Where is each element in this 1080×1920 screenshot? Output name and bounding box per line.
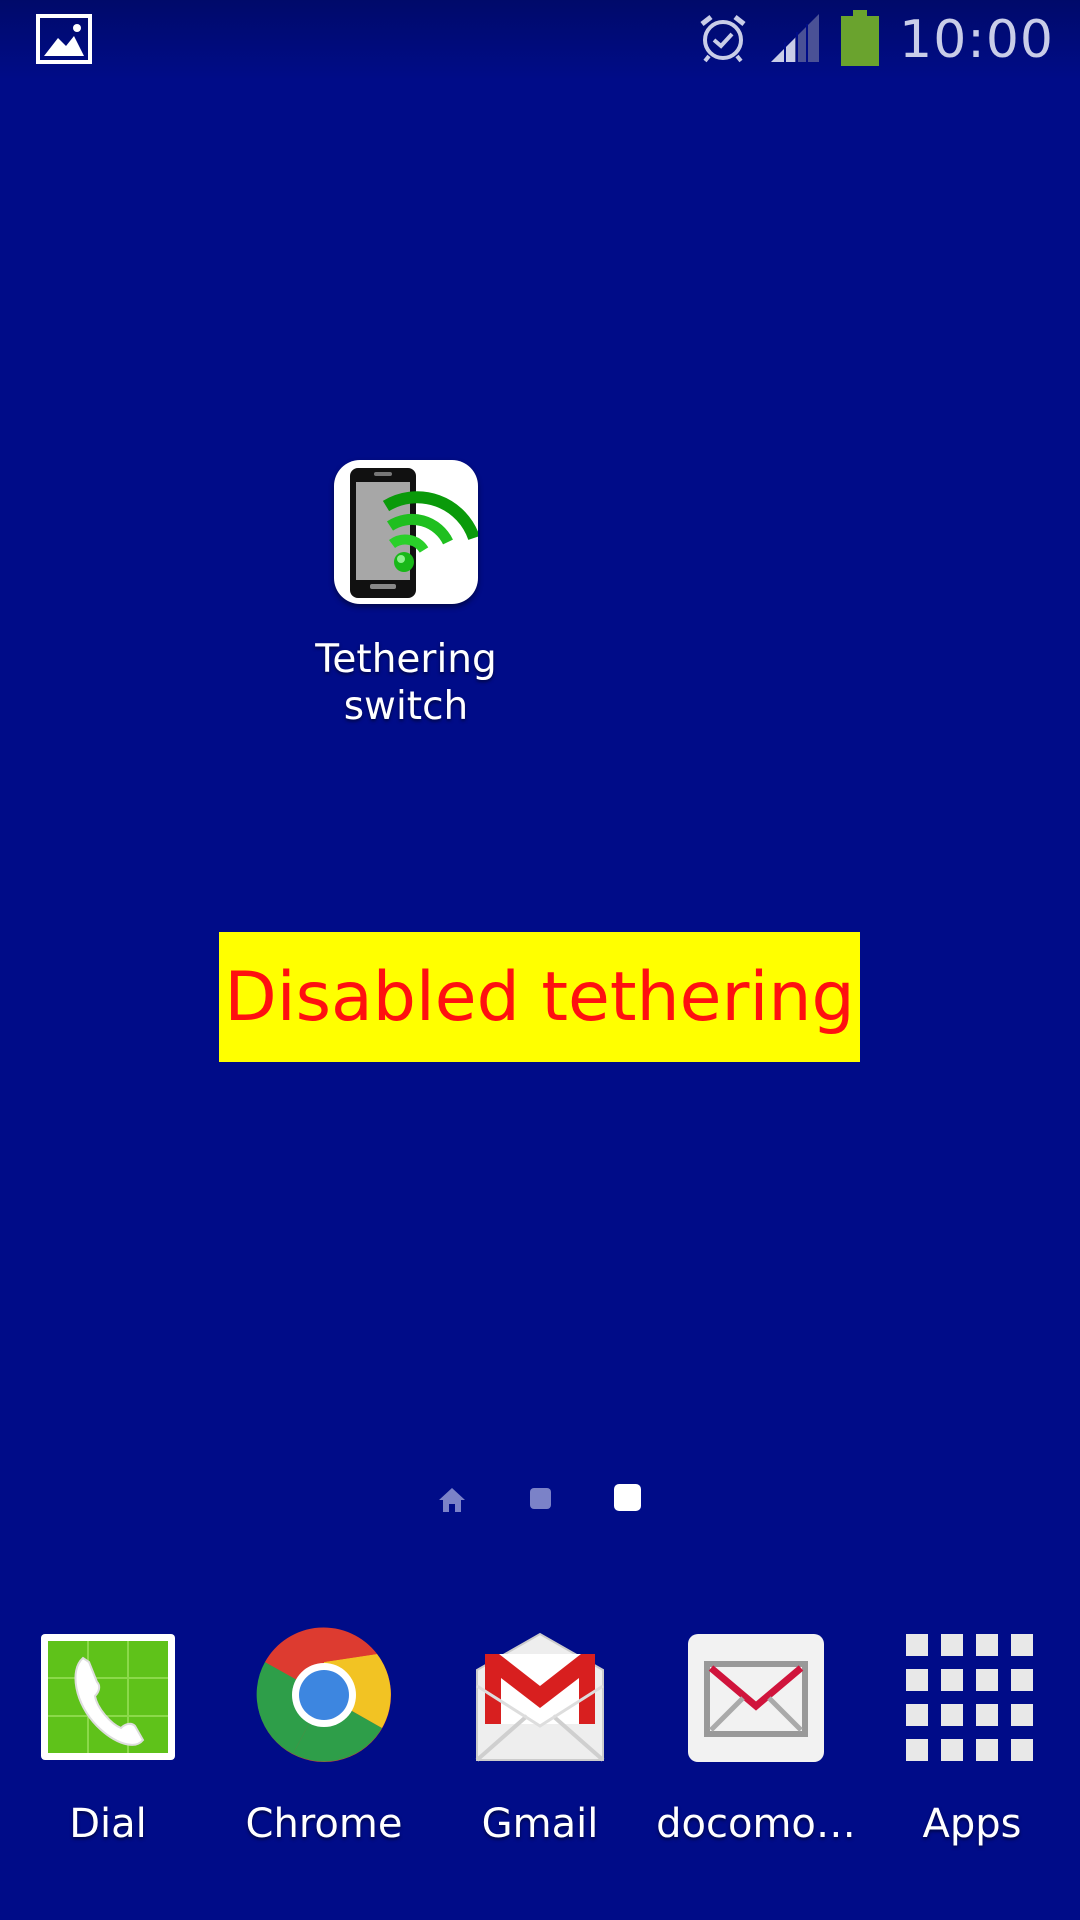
dock-label: Chrome <box>245 1801 403 1847</box>
dock-label: Gmail <box>481 1801 599 1847</box>
clock: 10:00 <box>899 10 1054 70</box>
alarm-icon <box>697 12 749 68</box>
battery-icon <box>841 10 880 70</box>
phone-icon <box>39 1626 177 1764</box>
shortcut-label: Tethering switch <box>315 637 497 729</box>
home-page-icon[interactable] <box>438 1486 466 1514</box>
status-bar[interactable]: 10:00 <box>0 0 1080 80</box>
dock-item-apps[interactable]: Apps <box>872 1626 1072 1848</box>
page-indicator[interactable] <box>0 1482 1080 1518</box>
dock-item-gmail[interactable]: Gmail <box>440 1626 640 1848</box>
apps-grid-icon <box>903 1626 1041 1764</box>
page-dot-2[interactable] <box>530 1488 551 1509</box>
dock-item-docomo-mail[interactable]: docomo… <box>656 1626 856 1848</box>
email-icon <box>687 1626 825 1764</box>
tethering-status-toast: Disabled tethering <box>219 932 860 1062</box>
tethering-switch-icon <box>334 460 478 604</box>
home-screen: 10:00 Tethering switch Disabled tetherin… <box>0 0 1080 1920</box>
toast-text: Disabled tethering <box>224 957 855 1037</box>
dock-label: docomo… <box>656 1801 856 1847</box>
chrome-icon <box>255 1626 393 1764</box>
page-dot-3-active[interactable] <box>614 1484 641 1511</box>
tethering-switch-shortcut[interactable]: Tethering switch <box>296 460 516 730</box>
dock-item-chrome[interactable]: Chrome <box>224 1626 424 1848</box>
gmail-icon <box>471 1626 609 1764</box>
status-icons: 10:00 <box>697 8 1054 72</box>
gallery-icon <box>36 14 92 64</box>
dock-label: Apps <box>922 1801 1022 1847</box>
signal-icon <box>769 12 821 68</box>
dock: Dial Chrome Gmail docomo… Apps <box>0 1626 1080 1896</box>
dock-item-dial[interactable]: Dial <box>8 1626 208 1848</box>
dock-label: Dial <box>69 1801 147 1847</box>
